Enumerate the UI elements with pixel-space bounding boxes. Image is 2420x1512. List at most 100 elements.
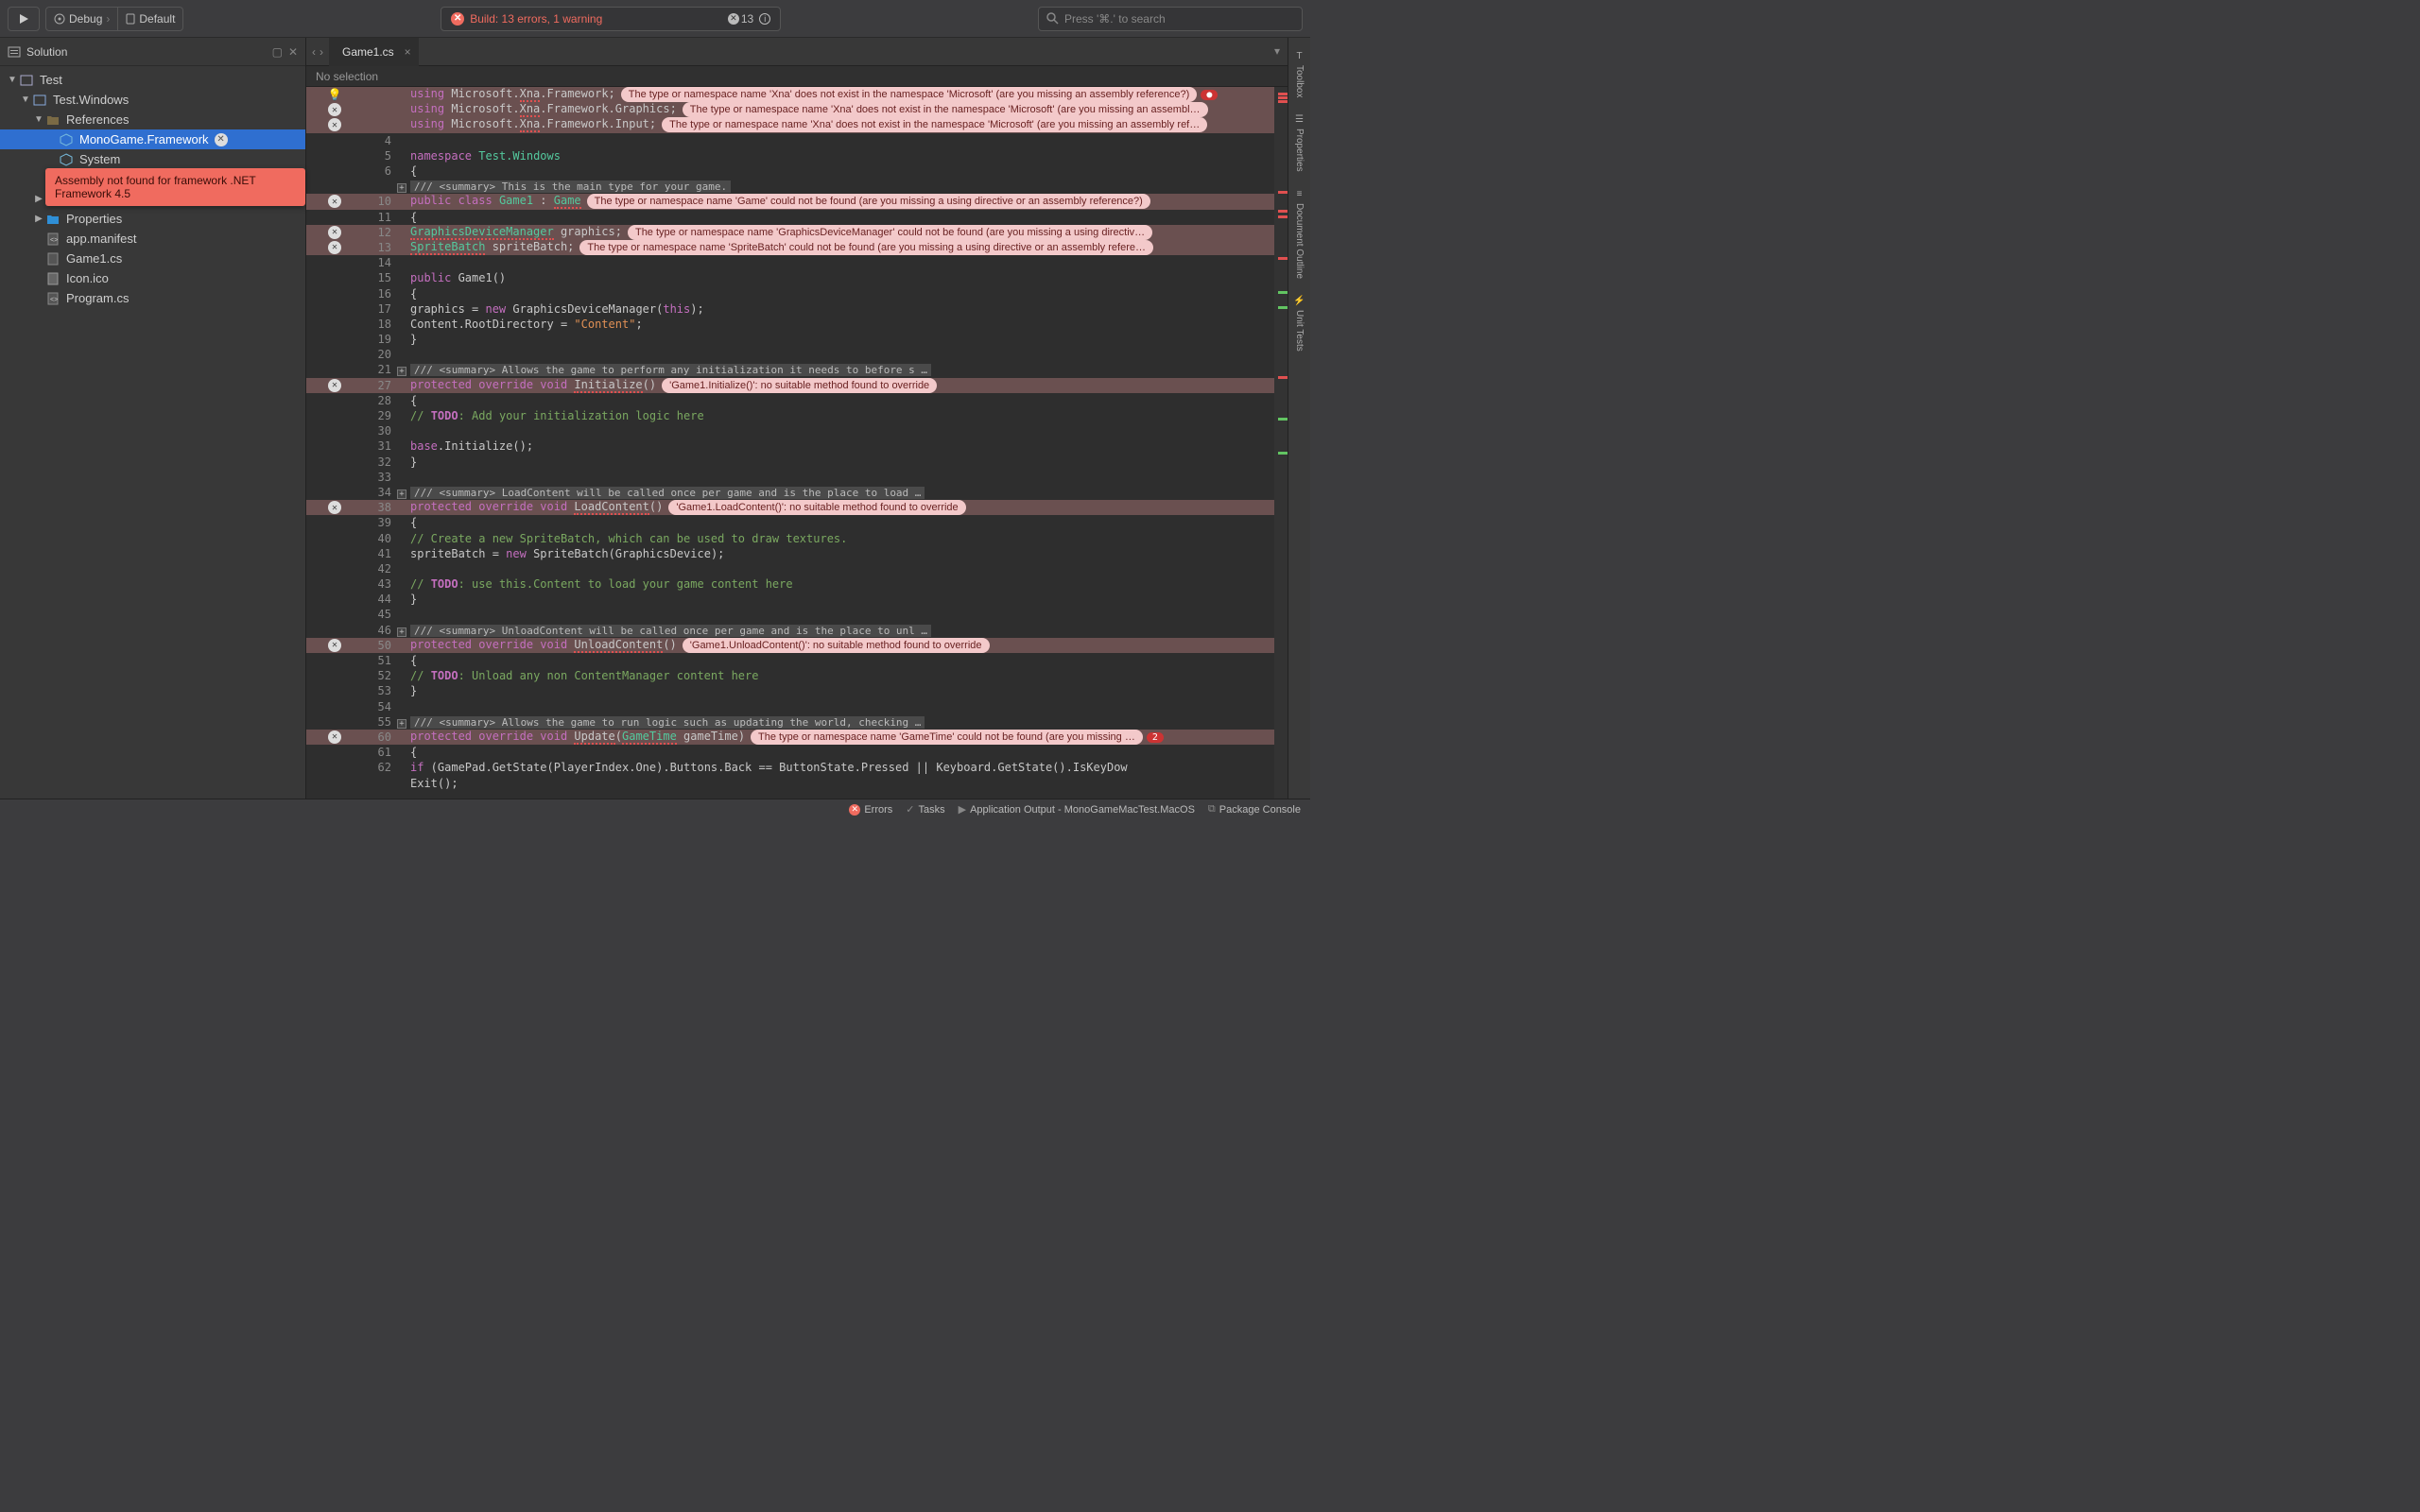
code-line[interactable]: 32 } [306,455,1274,470]
code-line[interactable]: 11 { [306,210,1274,225]
code-line[interactable]: 61 { [306,745,1274,760]
info-icon[interactable]: i [759,13,770,25]
code-line[interactable]: 55+ /// <summary> Allows the game to run… [306,714,1274,730]
code-line[interactable]: 15 public Game1() [306,270,1274,285]
ruler-mark[interactable] [1278,100,1288,103]
code-line[interactable]: 21+ /// <summary> Allows the game to per… [306,362,1274,377]
code-line[interactable]: 28 { [306,393,1274,408]
assembly-error-tooltip: Assembly not found for framework .NET Fr… [45,168,305,206]
ruler-mark[interactable] [1278,257,1288,260]
sb-app-output[interactable]: ▶Application Output - MonoGameMacTest.Ma… [959,803,1195,816]
inline-error: 'Game1.LoadContent()': no suitable metho… [668,500,965,515]
rail-tab-properties[interactable]: ☰Properties [1292,109,1306,178]
ruler-mark[interactable] [1278,96,1288,99]
tree-item-app-manifest[interactable]: <>app.manifest [0,229,305,249]
tree-item-monogame-framework[interactable]: MonoGame.Framework✕ [0,129,305,149]
code-line[interactable]: 52 // TODO: Unload any non ContentManage… [306,668,1274,683]
code-line[interactable]: ✕12 GraphicsDeviceManager graphics;The t… [306,225,1274,240]
code-line[interactable]: 19 } [306,332,1274,347]
editor-tab[interactable]: Game1.cs × [329,38,419,66]
code-line[interactable]: ✕38 protected override void LoadContent(… [306,500,1274,515]
build-status-bar[interactable]: ✕ Build: 13 errors, 1 warning ✕13 i [441,7,781,31]
code-line[interactable]: ✕10 public class Game1 : GameThe type or… [306,194,1274,209]
lightbulb-icon[interactable]: 💡 [328,88,342,101]
code-line[interactable]: 4 [306,133,1274,148]
code-line[interactable]: 53 } [306,683,1274,698]
code-line[interactable]: 62 if (GamePad.GetState(PlayerIndex.One)… [306,760,1274,775]
pane-close-icon[interactable]: ✕ [288,45,298,59]
editor-breadcrumb[interactable]: No selection [306,66,1288,87]
code-line[interactable]: ✕13 SpriteBatch spriteBatch;The type or … [306,240,1274,255]
rail-tab-toolbox[interactable]: TToolbox [1292,45,1306,103]
overview-ruler[interactable] [1274,87,1288,799]
tree-item-test-windows[interactable]: ▼Test.Windows [0,90,305,110]
code-line[interactable]: 30 [306,423,1274,438]
code-line[interactable]: 34+ /// <summary> LoadContent will be ca… [306,485,1274,500]
pane-detach-icon[interactable]: ▢ [272,45,283,59]
code-line[interactable]: + /// <summary> This is the main type fo… [306,179,1274,194]
code-line[interactable]: 18 Content.RootDirectory = "Content"; [306,317,1274,332]
ruler-mark[interactable] [1278,418,1288,421]
rail-tab-document-outline[interactable]: ≡Document Outline [1292,183,1306,284]
code-line[interactable]: 20 [306,347,1274,362]
nav-back-icon[interactable]: ‹ [312,45,316,59]
fold-toggle[interactable]: + [397,719,406,729]
ruler-mark[interactable] [1278,215,1288,218]
code-line[interactable]: 5namespace Test.Windows [306,148,1274,163]
code-line[interactable]: 6{ [306,163,1274,179]
code-line[interactable]: ✕27 protected override void Initialize()… [306,378,1274,393]
fold-toggle[interactable]: + [397,367,406,376]
fold-toggle[interactable]: + [397,183,406,193]
code-line[interactable]: 14 [306,255,1274,270]
code-line[interactable]: 31 base.Initialize(); [306,438,1274,454]
code-line[interactable]: ✕60 protected override void Update(GameT… [306,730,1274,745]
code-line[interactable]: ✕using Microsoft.Xna.Framework.Graphics;… [306,102,1274,117]
ruler-mark[interactable] [1278,452,1288,455]
code-line[interactable]: 39 { [306,515,1274,530]
sb-package-console[interactable]: ⧉Package Console [1208,803,1301,816]
global-search[interactable]: Press '⌘.' to search [1038,7,1303,31]
tree-item-references[interactable]: ▼References [0,110,305,129]
ruler-mark[interactable] [1278,291,1288,294]
tree-item-test[interactable]: ▼Test [0,70,305,90]
code-line[interactable]: 46+ /// <summary> UnloadContent will be … [306,623,1274,638]
code-line[interactable]: 43 // TODO: use this.Content to load you… [306,576,1274,592]
fold-toggle[interactable]: + [397,490,406,499]
tree-item-game1-cs[interactable]: Game1.cs [0,249,305,268]
sb-errors[interactable]: ✕Errors [849,804,892,816]
code-line[interactable]: Exit(); [306,775,1274,790]
ruler-mark[interactable] [1278,191,1288,194]
ruler-mark[interactable] [1278,306,1288,309]
code-line[interactable]: 44 } [306,592,1274,607]
sb-tasks[interactable]: ✓Tasks [906,803,944,816]
rail-tab-unit-tests[interactable]: ⚡Unit Tests [1291,290,1306,357]
ruler-mark[interactable] [1278,210,1288,213]
nav-fwd-icon[interactable]: › [320,45,323,59]
target-config-button[interactable]: Default [118,7,183,31]
ruler-mark[interactable] [1278,93,1288,95]
code-line[interactable]: 16 { [306,285,1274,301]
code-line[interactable]: 17 graphics = new GraphicsDeviceManager(… [306,301,1274,317]
code-line[interactable]: 29 // TODO: Add your initialization logi… [306,408,1274,423]
code-line[interactable]: ✕50 protected override void UnloadConten… [306,638,1274,653]
code-line[interactable]: 41 spriteBatch = new SpriteBatch(Graphic… [306,546,1274,561]
code-editor[interactable]: 💡using Microsoft.Xna.Framework;The type … [306,87,1274,799]
close-icon[interactable]: × [405,45,411,59]
tree-item-properties[interactable]: ▶Properties [0,209,305,229]
run-button[interactable] [8,7,40,31]
tree-item-icon-ico[interactable]: Icon.ico [0,268,305,288]
code-line[interactable]: 54 [306,699,1274,714]
code-line[interactable]: ✕using Microsoft.Xna.Framework.Input;The… [306,117,1274,132]
code-line[interactable]: 33 [306,470,1274,485]
debug-config-button[interactable]: Debug › [45,7,118,31]
code-line[interactable]: 42 [306,561,1274,576]
code-line[interactable]: 40 // Create a new SpriteBatch, which ca… [306,530,1274,545]
tab-overflow-icon[interactable]: ▾ [1274,44,1280,58]
fold-toggle[interactable]: + [397,627,406,637]
code-line[interactable]: 51 { [306,653,1274,668]
code-line[interactable]: 💡using Microsoft.Xna.Framework;The type … [306,87,1274,102]
tree-item-system[interactable]: System [0,149,305,169]
code-line[interactable]: 45 [306,607,1274,622]
ruler-mark[interactable] [1278,376,1288,379]
tree-item-program-cs[interactable]: <>Program.cs [0,288,305,308]
